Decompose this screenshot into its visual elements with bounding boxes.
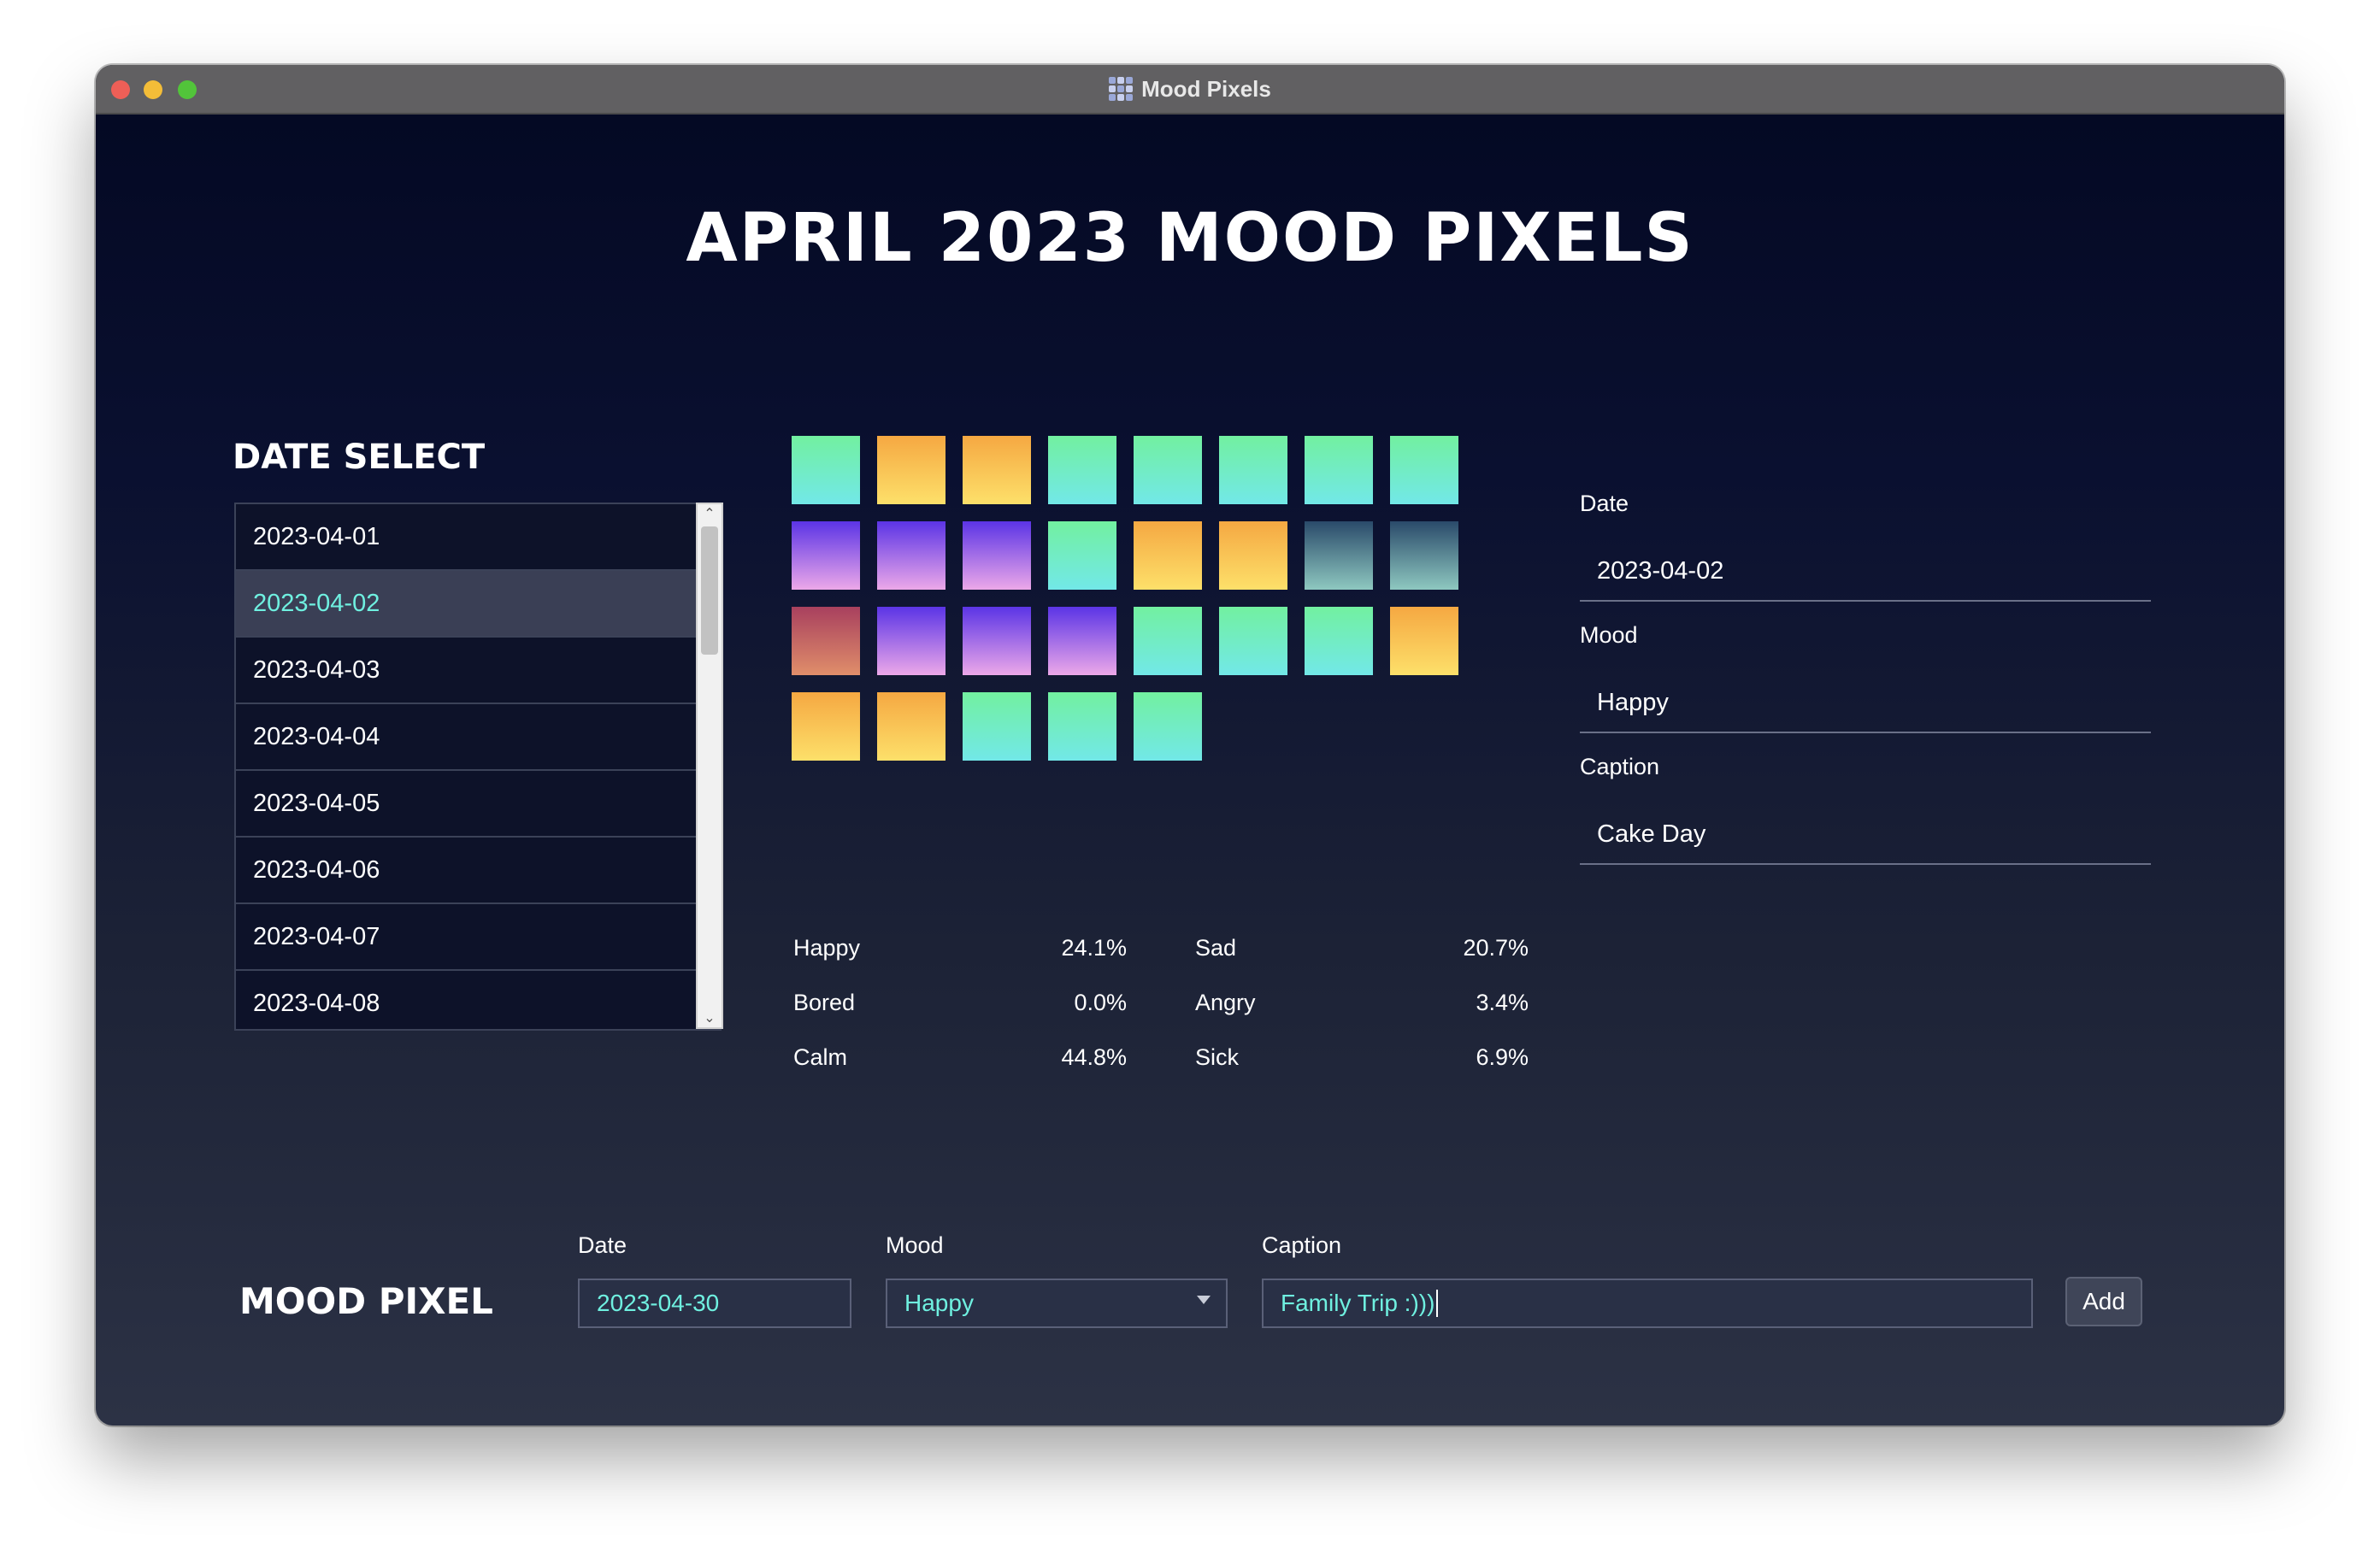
detail-date-value: 2023-04-02 <box>1580 542 2151 602</box>
detail-caption-value: Cake Day <box>1580 805 2151 865</box>
mood-pixel-calm[interactable] <box>1048 521 1116 590</box>
mood-pixel-sad[interactable] <box>963 607 1031 675</box>
form-mood-label: Mood <box>886 1232 944 1258</box>
mood-pixel-calm[interactable] <box>1305 607 1373 675</box>
mood-pixel-calm[interactable] <box>792 436 860 504</box>
mood-pixel-angry[interactable] <box>792 607 860 675</box>
mood-select[interactable]: Happy <box>886 1279 1228 1328</box>
stat-row: Bored 0.0% Angry 3.4% <box>793 990 1529 1024</box>
stat-name: Sad <box>1195 935 1237 961</box>
caption-input[interactable]: Family Trip :))) <box>1262 1279 2033 1328</box>
stat-value: 44.8% <box>1061 1044 1127 1070</box>
chevron-down-icon[interactable]: ⌄ <box>698 1008 722 1027</box>
mood-pixel-calm[interactable] <box>1134 607 1202 675</box>
date-list-item[interactable]: 2023-04-04 <box>236 704 722 771</box>
date-input[interactable]: 2023-04-30 <box>578 1279 851 1328</box>
date-list-item[interactable]: 2023-04-03 <box>236 638 722 704</box>
mood-pixel-happy[interactable] <box>877 692 946 761</box>
mood-pixel-happy[interactable] <box>877 436 946 504</box>
date-list-item[interactable]: 2023-04-07 <box>236 904 722 971</box>
detail-caption-label: Caption <box>1580 754 1660 779</box>
mood-select-value: Happy <box>904 1290 974 1316</box>
mood-pixel-sick[interactable] <box>1390 521 1458 590</box>
mood-pixel-heading: MOOD PIXEL <box>239 1280 493 1322</box>
mood-pixel-calm[interactable] <box>1305 436 1373 504</box>
stat-value: 3.4% <box>1476 990 1529 1015</box>
mood-pixel-calm[interactable] <box>1048 436 1116 504</box>
stat-name: Angry <box>1195 990 1256 1015</box>
mood-pixel-calm[interactable] <box>1219 436 1287 504</box>
stat-row: Calm 44.8% Sick 6.9% <box>793 1044 1529 1079</box>
chevron-up-icon[interactable]: ⌃ <box>698 504 722 523</box>
mood-pixel-sad[interactable] <box>1048 607 1116 675</box>
mood-pixel-calm[interactable] <box>1390 436 1458 504</box>
date-list-item[interactable]: 2023-04-06 <box>236 838 722 904</box>
stat-value: 20.7% <box>1463 935 1529 961</box>
mood-pixel-sad[interactable] <box>877 521 946 590</box>
app-window: Mood Pixels APRIL 2023 MOOD PIXELS DATE … <box>96 65 2284 1426</box>
stat-name: Happy <box>793 935 861 961</box>
mood-pixel-sad[interactable] <box>792 521 860 590</box>
date-select-heading: DATE SELECT <box>233 438 486 477</box>
stat-value: 6.9% <box>1476 1044 1529 1070</box>
mood-pixel-sad[interactable] <box>963 521 1031 590</box>
text-cursor <box>1436 1290 1439 1317</box>
date-list[interactable]: 2023-04-01 2023-04-02 2023-04-03 2023-04… <box>234 503 722 1031</box>
mood-pixel-calm[interactable] <box>1219 607 1287 675</box>
detail-mood-value: Happy <box>1580 673 2151 733</box>
page-title: APRIL 2023 MOOD PIXELS <box>686 200 1694 277</box>
detail-date-label: Date <box>1580 491 1629 516</box>
title-bar[interactable]: Mood Pixels <box>96 65 2284 115</box>
mood-pixel-happy[interactable] <box>1134 521 1202 590</box>
stat-name: Sick <box>1195 1044 1240 1070</box>
mood-pixel-happy[interactable] <box>792 692 860 761</box>
chevron-down-icon <box>1197 1296 1211 1304</box>
mood-pixel-calm[interactable] <box>1134 436 1202 504</box>
mood-pixel-happy[interactable] <box>963 436 1031 504</box>
date-list-item[interactable]: 2023-04-08 <box>236 971 722 1029</box>
form-caption-label: Caption <box>1262 1232 1342 1258</box>
mood-pixel-sick[interactable] <box>1305 521 1373 590</box>
mood-pixel-happy[interactable] <box>1390 607 1458 675</box>
window-title: Mood Pixels <box>1141 75 1271 102</box>
mood-pixel-calm[interactable] <box>963 692 1031 761</box>
mood-pixel-sad[interactable] <box>877 607 946 675</box>
date-list-item-selected[interactable]: 2023-04-02 <box>236 571 722 638</box>
stat-value: 0.0% <box>1074 990 1127 1015</box>
stat-name: Bored <box>793 990 856 1015</box>
date-input-value: 2023-04-30 <box>597 1290 720 1316</box>
scrollbar-thumb[interactable] <box>701 526 718 655</box>
form-date-label: Date <box>578 1232 627 1258</box>
date-list-item[interactable]: 2023-04-01 <box>236 504 722 571</box>
mood-pixel-happy[interactable] <box>1219 521 1287 590</box>
date-list-scrollbar[interactable]: ⌃ ⌄ <box>696 503 723 1029</box>
mood-pixel-calm[interactable] <box>1134 692 1202 761</box>
detail-mood-label: Mood <box>1580 622 1638 648</box>
add-button[interactable]: Add <box>2065 1277 2142 1326</box>
mood-pixel-grid <box>792 436 1458 761</box>
mood-pixel-calm[interactable] <box>1048 692 1116 761</box>
stat-name: Calm <box>793 1044 848 1070</box>
date-list-item[interactable]: 2023-04-05 <box>236 771 722 838</box>
stat-value: 24.1% <box>1061 935 1127 961</box>
stat-row: Happy 24.1% Sad 20.7% <box>793 935 1529 969</box>
app-grid-icon <box>1109 77 1134 101</box>
caption-input-value: Family Trip :))) <box>1281 1290 1435 1316</box>
